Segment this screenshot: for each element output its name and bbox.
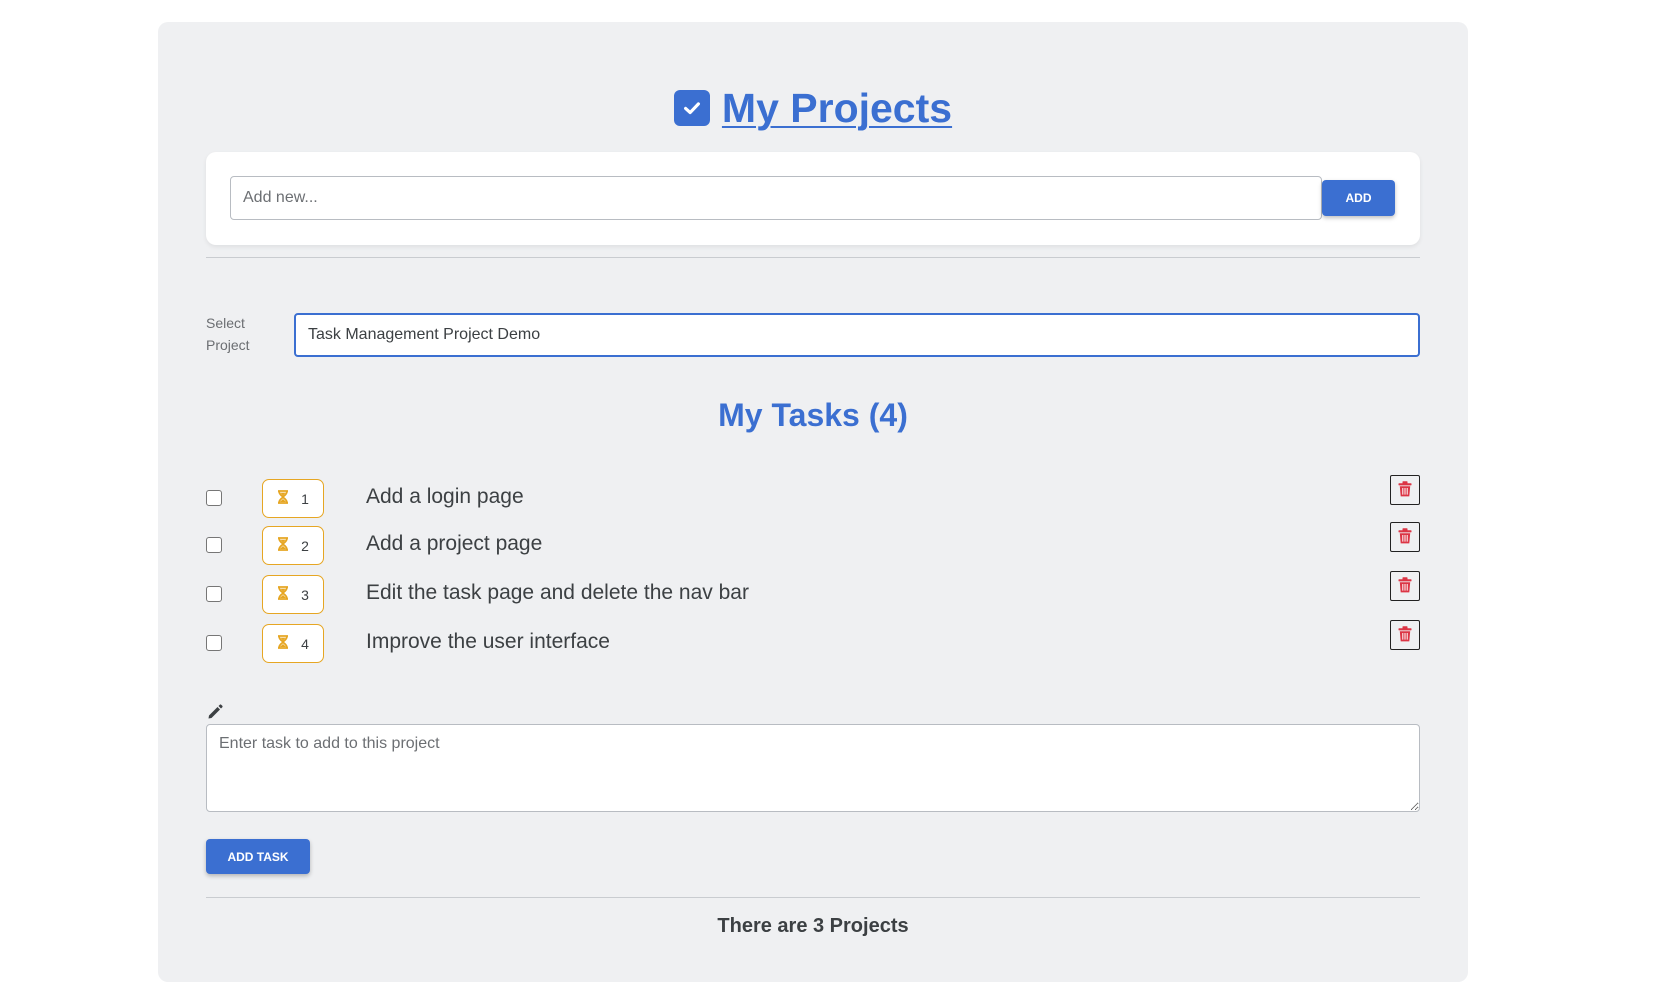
- page-header: My Projects: [158, 85, 1468, 132]
- trash-icon: [1398, 625, 1412, 645]
- delete-task-button[interactable]: [1390, 571, 1420, 601]
- task-checkbox[interactable]: [206, 586, 222, 602]
- new-project-input[interactable]: [230, 176, 1322, 220]
- task-number: 4: [301, 635, 309, 652]
- task-row: 1 Add a login page: [206, 475, 1420, 521]
- task-checkbox[interactable]: [206, 537, 222, 553]
- task-number: 3: [301, 586, 309, 603]
- delete-task-button[interactable]: [1390, 620, 1420, 650]
- task-number: 1: [301, 490, 309, 507]
- hourglass-icon: [277, 635, 289, 652]
- trash-icon: [1398, 480, 1412, 500]
- tasks-heading: My Tasks (4): [718, 397, 908, 433]
- task-row: 4 Improve the user interface: [206, 620, 1420, 666]
- new-task-textarea[interactable]: [206, 724, 1420, 812]
- delete-task-button[interactable]: [1390, 475, 1420, 505]
- add-project-panel: ADD: [206, 152, 1420, 245]
- task-row: 3 Edit the task page and delete the nav …: [206, 571, 1420, 617]
- divider: [206, 257, 1420, 258]
- check-square-icon: [673, 90, 710, 126]
- task-status-badge: 2: [262, 526, 324, 565]
- trash-icon: [1398, 576, 1412, 596]
- task-status-badge: 1: [262, 479, 324, 518]
- task-row: 2 Add a project page: [206, 522, 1420, 568]
- hourglass-icon: [277, 586, 289, 603]
- task-checkbox[interactable]: [206, 635, 222, 651]
- add-project-button[interactable]: ADD: [1322, 180, 1395, 216]
- task-text: Edit the task page and delete the nav ba…: [366, 581, 749, 604]
- divider: [206, 897, 1420, 898]
- add-task-button[interactable]: ADD TASK: [206, 839, 310, 874]
- task-checkbox[interactable]: [206, 490, 222, 506]
- trash-icon: [1398, 527, 1412, 547]
- task-status-badge: 4: [262, 624, 324, 663]
- task-number: 2: [301, 537, 309, 554]
- project-select[interactable]: Task Management Project Demo: [294, 313, 1420, 357]
- task-text: Add a project page: [366, 532, 543, 555]
- hourglass-icon: [277, 537, 289, 554]
- pencil-icon: [206, 703, 224, 721]
- projects-count: There are 3 Projects: [717, 915, 909, 937]
- task-text: Improve the user interface: [366, 630, 610, 653]
- task-text: Add a login page: [366, 485, 524, 508]
- select-project-label: Select Project: [206, 315, 250, 353]
- page-title-link[interactable]: My Projects: [722, 85, 952, 132]
- projects-card: My Projects ADD Select Project Task Mana…: [158, 22, 1468, 982]
- hourglass-icon: [277, 490, 289, 507]
- task-status-badge: 3: [262, 575, 324, 614]
- delete-task-button[interactable]: [1390, 522, 1420, 552]
